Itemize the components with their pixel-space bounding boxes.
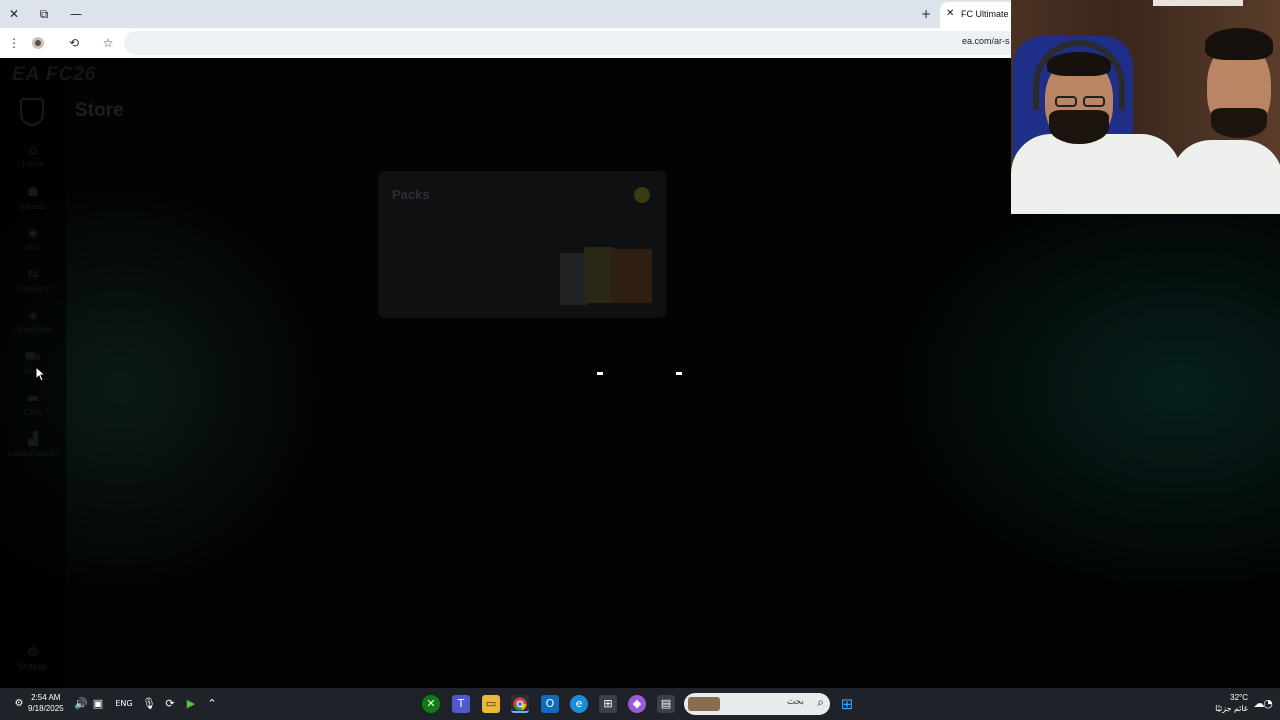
chevron-up-icon[interactable]: ⌃ (203, 695, 221, 713)
minimize-window-icon[interactable]: — (66, 4, 86, 24)
bookmark-star-icon[interactable]: ☆ (98, 33, 118, 53)
person-right-beard (1211, 108, 1267, 138)
network-settings-icon[interactable]: ⚙ (10, 695, 28, 713)
fc26-logo: EA FC26 (12, 64, 97, 85)
club-icon: ▬ (26, 391, 40, 406)
close-window-icon[interactable]: ✕ (4, 4, 24, 24)
file-explorer-icon[interactable]: ▭ (482, 695, 500, 713)
picture-frame (1153, 0, 1243, 6)
address-bar[interactable] (124, 31, 1024, 55)
nav-label: Squads (19, 202, 47, 211)
taskbar: ⚙ 2:54 AM 9/18/2025 🔊 ▣ ENG 🎙 ⟳ ▶ ⌃ ✕ T … (0, 688, 1280, 720)
url-text[interactable]: ea.com/ar-s (962, 36, 1010, 46)
temperature: 32°C (1230, 693, 1248, 702)
person-left-beard (1049, 110, 1109, 144)
new-tab-icon[interactable]: + (916, 4, 936, 24)
xbox-icon[interactable]: ✕ (422, 695, 440, 713)
person-left-body (1011, 134, 1181, 214)
nav-item-home[interactable]: ⌂ Home (0, 142, 66, 182)
nav-label: Settings (18, 662, 48, 671)
teams-icon[interactable]: T (452, 695, 470, 713)
loading-indicator (597, 372, 603, 375)
card-indicator (634, 187, 650, 203)
squads-icon: ☗ (27, 185, 39, 200)
nav-item-leaderboards[interactable]: ▟ Leaderboards (0, 431, 66, 471)
windows-start-icon[interactable]: ⊞ (838, 695, 856, 713)
search-placeholder: بحث (786, 697, 804, 707)
card-label: Packs (392, 187, 430, 202)
nav-label: Club (24, 408, 42, 417)
language-indicator[interactable]: ENG (112, 695, 136, 713)
clock-date: 9/18/2025 (28, 704, 64, 713)
copilot-icon[interactable]: ◆ (628, 695, 646, 713)
nav-label: SBC (24, 243, 42, 252)
home-icon: ⌂ (28, 143, 38, 158)
store-icon: ⛟ (24, 350, 42, 365)
play-icon[interactable]: ▶ (182, 695, 200, 713)
browser-menu-icon[interactable]: ⋮ (4, 33, 24, 53)
loading-indicator (676, 372, 682, 375)
nav-label: Transfers (16, 284, 50, 293)
volume-icon[interactable]: 🔊 (72, 695, 90, 713)
microphone-icon[interactable]: 🎙 (140, 695, 158, 713)
weather-text: غائم جزئيًا (1215, 704, 1248, 713)
search-highlight-image (688, 697, 720, 711)
sync-icon[interactable]: ⟳ (161, 695, 179, 713)
leaderboards-icon: ▟ (28, 432, 38, 447)
settings-icon: ⚙ (27, 645, 39, 660)
club-badge-icon[interactable] (20, 98, 44, 126)
nav-label: Objectives (14, 325, 52, 334)
clock[interactable]: 2:54 AM 9/18/2025 (28, 692, 64, 714)
packs-card[interactable]: Packs (378, 171, 666, 318)
page-title: Store (75, 100, 124, 121)
chrome-icon[interactable] (511, 695, 529, 713)
webcam-overlay (1011, 0, 1280, 214)
nav-label: Store (23, 367, 43, 376)
nav-item-sbc[interactable]: ◉ SBC (0, 225, 66, 265)
extension-icon[interactable] (28, 33, 48, 53)
objectives-icon: ◈ (28, 308, 38, 323)
nav-item-store[interactable]: ⛟ Store (0, 349, 66, 389)
restore-window-icon[interactable]: ⧉ (34, 4, 54, 24)
task-view-icon[interactable]: ▤ (657, 695, 675, 713)
nav-item-club[interactable]: ▬ Club (0, 390, 66, 430)
nav-item-objectives[interactable]: ◈ Objectives (0, 307, 66, 347)
search-icon: ⌕ (817, 695, 824, 709)
weather-widget[interactable]: 32°C غائم جزئيًا (1210, 692, 1248, 714)
outlook-icon[interactable]: O (541, 695, 559, 713)
nav-label: Home (22, 160, 44, 169)
tab-close-icon[interactable]: ✕ (946, 2, 954, 26)
person-right-hair (1205, 28, 1273, 60)
display-icon[interactable]: ▣ (89, 695, 107, 713)
nav-item-squads[interactable]: ☗ Squads (0, 184, 66, 224)
edge-icon[interactable]: e (570, 695, 588, 713)
transfers-icon: ⇆ (27, 267, 39, 282)
screen: ✕ ⧉ — + ✕ FC Ultimate Te ⋮ ⟲ ☆ ea.com/ar… (0, 0, 1280, 720)
reload-icon[interactable]: ⟲ (64, 33, 84, 53)
nav-item-transfers[interactable]: ⇆ Transfers (0, 266, 66, 306)
store-icon[interactable]: ⊞ (599, 695, 617, 713)
taskbar-search[interactable]: بحث ⌕ (684, 693, 830, 715)
notification-icon[interactable]: ◔ (1262, 695, 1274, 713)
nav-label: Leaderboards (8, 449, 58, 458)
clock-time: 2:54 AM (31, 693, 61, 702)
nav-item-settings[interactable]: ⚙ Settings (0, 644, 66, 684)
person-right-body (1171, 140, 1280, 214)
mouse-cursor-icon (35, 365, 47, 387)
sbc-icon: ◉ (27, 226, 39, 241)
pack-image (610, 249, 652, 303)
